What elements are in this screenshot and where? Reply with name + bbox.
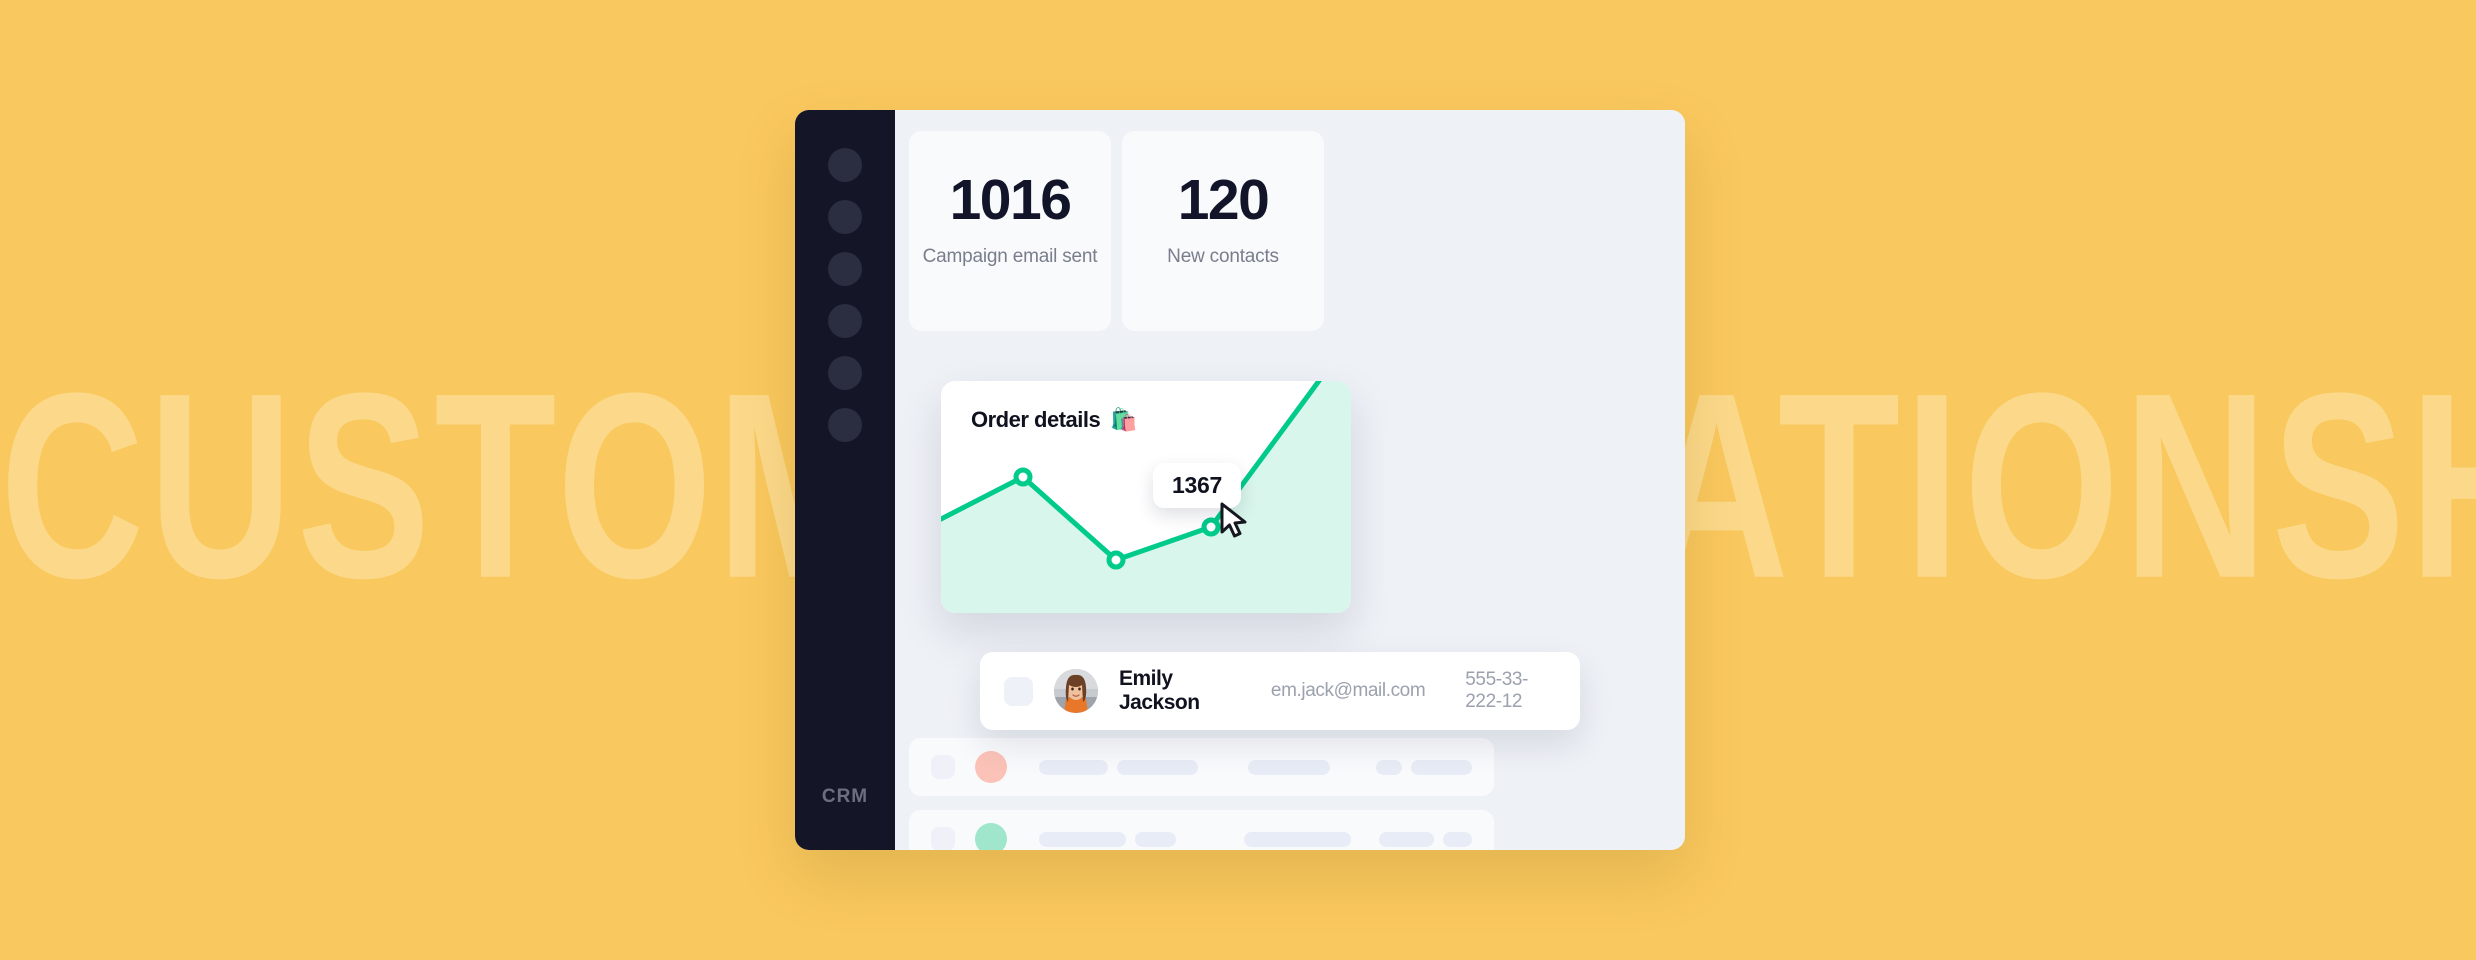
stats-row: 1016 Campaign email sent 120 New contact… [909,131,1324,331]
sidebar-item-1[interactable] [828,148,862,182]
skeleton-bar [1039,831,1126,847]
chart-point-2[interactable] [1106,550,1126,570]
avatar [975,823,1007,850]
stat-value: 120 [1177,168,1270,232]
skeleton-bar [1243,831,1351,847]
skeleton-bar [1442,831,1472,847]
skeleton-bar [1411,759,1472,775]
crm-dashboard-window: CRM 1016 Campaign email sent 120 New con… [795,110,1685,850]
stat-card-new-contacts[interactable]: 120 New contacts [1122,131,1324,331]
skeleton-bar [1378,831,1434,847]
row-checkbox[interactable] [931,755,955,779]
sidebar-brand-label: CRM [821,786,869,807]
mouse-cursor-icon [1220,502,1247,538]
sidebar: CRM [795,110,895,850]
avatar [975,751,1007,783]
skeleton-bar [1039,759,1109,775]
order-details-chart-card: Order details 🛍️ 1367 [941,381,1351,613]
sidebar-item-3[interactable] [828,252,862,286]
chart-point-1[interactable] [1013,467,1033,487]
chart-title-text: Order details [971,407,1101,432]
stat-label: New contacts [1167,246,1279,267]
stat-value: 1016 [949,168,1072,232]
row-checkbox[interactable] [931,827,955,850]
contact-name: Emily Jackson [1119,667,1200,714]
sidebar-item-5[interactable] [828,356,862,390]
stat-card-campaign-email[interactable]: 1016 Campaign email sent [909,131,1111,331]
skeleton-bar [1248,759,1331,775]
contact-placeholder-row-2[interactable] [909,810,1494,850]
avatar-photo [1054,669,1098,713]
sidebar-item-2[interactable] [828,200,862,234]
avatar [1054,669,1098,713]
sidebar-item-4[interactable] [828,304,862,338]
sidebar-item-6[interactable] [828,408,862,442]
skeleton-bar [1376,759,1403,775]
shopping-bags-icon: 🛍️ [1110,407,1138,432]
contact-email: em.jack@mail.com [1270,680,1426,701]
stat-label: Campaign email sent [922,246,1098,267]
row-checkbox[interactable] [1004,676,1033,706]
dashboard-content: 1016 Campaign email sent 120 New contact… [895,110,1685,850]
contact-phone: 555-33-222-12 [1465,669,1528,712]
skeleton-bar [1117,759,1199,775]
contact-row-emily-jackson[interactable]: Emily Jackson em.jack@mail.com 555-33-22… [980,652,1580,730]
contact-placeholder-row-1[interactable] [909,738,1494,796]
skeleton-bar [1135,831,1176,847]
chart-point-3-active[interactable] [1201,517,1221,537]
chart-card-title: Order details 🛍️ [971,407,1138,433]
